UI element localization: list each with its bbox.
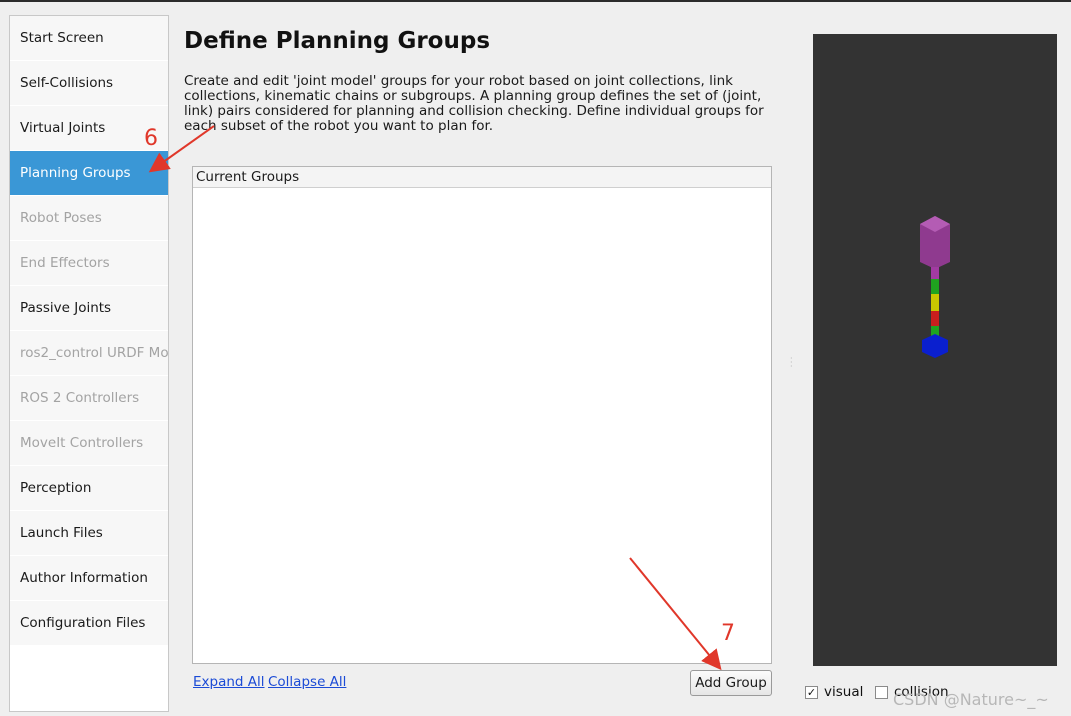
sidebar-item-ros2-control: ros2_control URDF Mod: [10, 331, 168, 376]
page-description: Create and edit 'joint model' groups for…: [184, 73, 764, 134]
robot-link-segment: [931, 267, 939, 279]
sidebar-item-passive-joints[interactable]: Passive Joints: [10, 286, 168, 331]
annotation-number-7: 7: [721, 621, 735, 646]
sidebar-item-end-effectors: End Effectors: [10, 241, 168, 286]
sidebar-item-robot-poses: Robot Poses: [10, 196, 168, 241]
robot-link-segment: [931, 294, 939, 311]
robot-link-segment: [931, 311, 939, 326]
robot-base: [922, 334, 948, 358]
add-group-button[interactable]: Add Group: [690, 670, 772, 696]
sidebar-item-launch-files[interactable]: Launch Files: [10, 511, 168, 556]
sidebar-item-configuration-files[interactable]: Configuration Files: [10, 601, 168, 646]
visual-checkbox-label: visual: [824, 684, 864, 700]
sidebar-item-moveit-controllers: MoveIt Controllers: [10, 421, 168, 466]
sidebar-nav: Start Screen Self-Collisions Virtual Joi…: [9, 15, 169, 712]
robot-model: [920, 216, 950, 358]
collapse-all-link[interactable]: Collapse All: [268, 674, 346, 690]
current-groups-header: Current Groups: [193, 167, 771, 188]
collision-checkbox-box[interactable]: [875, 685, 888, 699]
sidebar-item-self-collisions[interactable]: Self-Collisions: [10, 61, 168, 106]
sidebar-item-planning-groups[interactable]: Planning Groups: [10, 151, 168, 196]
expand-all-link[interactable]: Expand All: [193, 674, 265, 690]
sidebar-item-start-screen[interactable]: Start Screen: [10, 16, 168, 61]
splitter-handle[interactable]: · · ·: [790, 355, 793, 371]
page-title: Define Planning Groups: [184, 28, 491, 54]
watermark: CSDN @Nature~_~: [893, 690, 1049, 709]
robot-link-segment: [931, 279, 939, 294]
current-groups-tree[interactable]: Current Groups: [192, 166, 772, 664]
visual-checkbox[interactable]: ✓ visual: [805, 684, 863, 700]
annotation-number-6: 6: [144, 126, 158, 151]
robot-viewer[interactable]: [813, 34, 1057, 666]
sidebar-item-perception[interactable]: Perception: [10, 466, 168, 511]
visual-checkbox-box[interactable]: ✓: [805, 685, 818, 699]
sidebar-item-ros2-controllers: ROS 2 Controllers: [10, 376, 168, 421]
sidebar-item-author-information[interactable]: Author Information: [10, 556, 168, 601]
